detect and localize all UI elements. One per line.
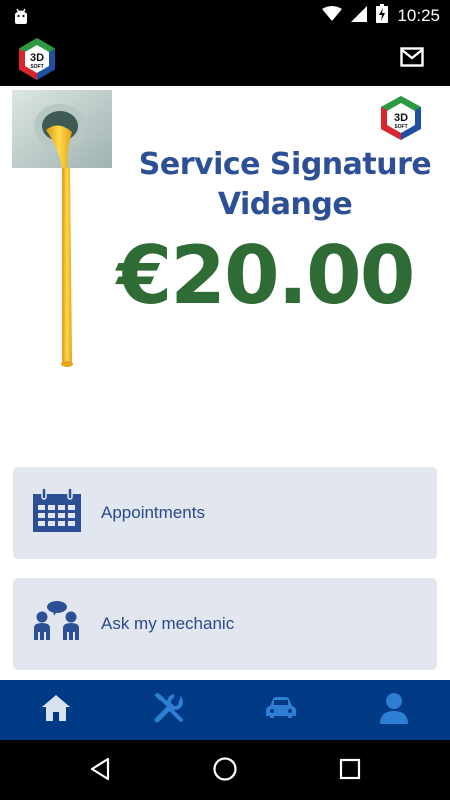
android-icon	[12, 7, 30, 30]
appointments-card[interactable]: Appointments	[13, 467, 437, 559]
logo-text-top: 3D	[30, 52, 44, 64]
banner-title-line2: Vidange	[217, 187, 353, 222]
app-screen: 10:25 3D SOFT 3D SOFT Service Signature …	[0, 0, 450, 800]
status-icons: 10:25	[322, 0, 440, 32]
ask-mechanic-card[interactable]: Ask my mechanic	[13, 578, 437, 670]
app-logo-icon[interactable]: 3D SOFT	[14, 36, 60, 87]
recents-icon[interactable]	[338, 756, 362, 787]
badge-text-top: 3D	[394, 112, 408, 124]
badge-text-bottom: SOFT	[394, 124, 407, 130]
bottom-tab-bar	[0, 680, 450, 740]
tab-car[interactable]	[225, 680, 338, 740]
tab-profile[interactable]	[338, 680, 450, 740]
wifi-icon	[322, 5, 343, 27]
status-bar: 10:25	[0, 0, 450, 32]
home-circle-icon[interactable]	[212, 756, 238, 787]
promo-banner[interactable]: 3D SOFT Service Signature Vidange €20.00	[0, 86, 450, 386]
tools-icon	[153, 691, 185, 729]
appointments-label: Appointments	[101, 503, 205, 522]
signal-icon	[351, 5, 368, 27]
calendar-icon	[31, 486, 83, 539]
home-icon	[41, 694, 71, 727]
oil-pour-image	[12, 90, 112, 375]
tab-home[interactable]	[0, 680, 113, 740]
person-icon	[379, 692, 409, 729]
chat-people-icon	[31, 600, 83, 649]
brand-badge-icon: 3D SOFT	[378, 94, 424, 147]
system-nav-bar	[0, 740, 450, 800]
car-icon	[265, 696, 297, 724]
logo-text-bottom: SOFT	[30, 64, 43, 70]
mail-icon[interactable]	[400, 47, 424, 72]
status-time: 10:25	[397, 6, 440, 25]
tab-tools[interactable]	[113, 680, 226, 740]
banner-price: €20.00	[116, 229, 416, 322]
battery-icon	[376, 4, 389, 28]
ask-mechanic-label: Ask my mechanic	[101, 614, 235, 633]
banner-title-line1: Service Signature	[138, 147, 432, 182]
app-bar: 3D SOFT	[0, 32, 450, 86]
back-icon[interactable]	[88, 756, 112, 787]
